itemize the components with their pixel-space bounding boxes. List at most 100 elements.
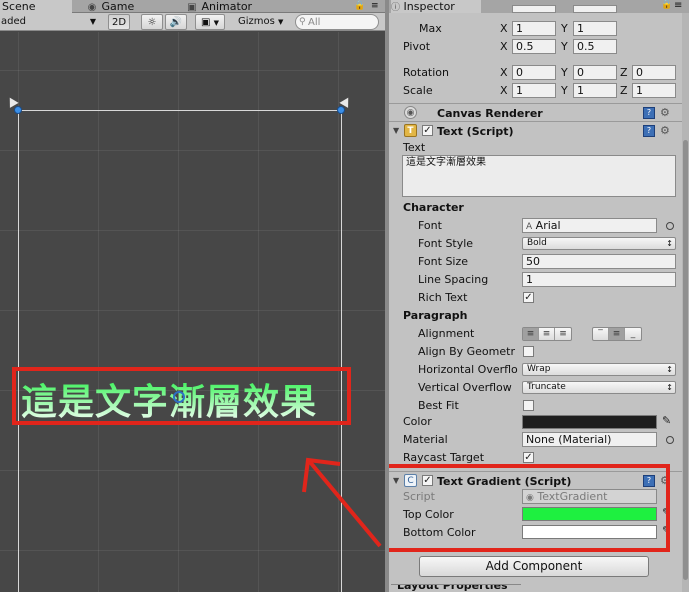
vertical-overflow-dropdown[interactable]: Truncate xyxy=(522,381,676,394)
scene-search-input[interactable]: ⚲ All xyxy=(295,14,379,30)
material-object-field[interactable]: None (Material) xyxy=(522,432,657,447)
2d-toggle-button[interactable]: 2D xyxy=(108,14,130,30)
rect-handle-top-right[interactable] xyxy=(337,106,345,114)
tab-scene[interactable]: Scene xyxy=(0,0,72,13)
alignment-label: Alignment xyxy=(418,327,475,340)
align-middle-icon[interactable]: ≡ xyxy=(609,328,625,340)
min-x-field-partial[interactable] xyxy=(512,5,556,13)
text-script-title: Text (Script) xyxy=(437,125,514,138)
image-icon[interactable]: ▣ ▼ xyxy=(195,14,225,30)
align-by-geometry-label: Align By Geometr xyxy=(418,345,515,358)
text-label: Text xyxy=(403,141,426,154)
align-by-geometry-checkbox[interactable] xyxy=(523,346,534,357)
text-script-header[interactable]: ▼ T ✓ Text (Script) ? ⚙ xyxy=(389,121,682,139)
rotation-z-field[interactable]: 0 xyxy=(632,65,676,80)
pivot-y-field[interactable]: 0.5 xyxy=(573,39,617,54)
font-size-label: Font Size xyxy=(418,255,469,268)
foldout-arrow-icon[interactable]: ▼ xyxy=(393,126,399,135)
rich-text-checkbox[interactable]: ✓ xyxy=(523,292,534,303)
eyedropper-icon[interactable]: ✎ xyxy=(662,414,671,427)
rich-text-label: Rich Text xyxy=(418,291,468,304)
max-y-field[interactable]: 1 xyxy=(573,21,617,36)
animator-tab-label: Animator xyxy=(201,0,253,13)
line-spacing-label: Line Spacing xyxy=(418,273,489,286)
align-bottom-icon[interactable]: _ xyxy=(625,328,641,340)
color-label: Color xyxy=(403,415,432,428)
scale-z-axis-label: Z xyxy=(620,84,628,97)
object-picker-icon[interactable] xyxy=(666,436,674,444)
font-value: Arial xyxy=(535,219,561,232)
rotation-y-field[interactable]: 0 xyxy=(573,65,617,80)
inspector-menu-icon[interactable]: ≡ xyxy=(674,0,682,11)
text-script-enabled-checkbox[interactable]: ✓ xyxy=(422,125,433,136)
scale-x-field[interactable]: 1 xyxy=(512,83,556,98)
tab-inspector[interactable]: ⓘ Inspector xyxy=(391,0,481,13)
text-value-textarea[interactable]: 這是文字漸層效果 xyxy=(402,155,676,197)
vertical-alignment-group[interactable]: ‾ ≡ _ xyxy=(592,327,642,341)
tab-game[interactable]: ◉ Game xyxy=(84,0,164,13)
shading-mode-label: aded xyxy=(1,16,26,27)
gizmos-arrow-icon: ▼ xyxy=(278,18,284,26)
vertical-overflow-label: Vertical Overflow xyxy=(418,381,512,394)
layout-properties-tab[interactable]: Layout Properties xyxy=(391,584,521,592)
max-x-field[interactable]: 1 xyxy=(512,21,556,36)
align-left-icon[interactable]: ≡ xyxy=(523,328,539,340)
shading-mode-dropdown[interactable]: aded ▼ xyxy=(0,14,98,30)
min-y-field-partial[interactable] xyxy=(573,5,617,13)
object-picker-icon[interactable] xyxy=(666,222,674,230)
align-center-icon[interactable]: ≡ xyxy=(539,328,555,340)
help-book-icon[interactable]: ? xyxy=(643,107,655,119)
scale-x-axis-label: X xyxy=(500,84,508,97)
gizmos-label: Gizmos xyxy=(238,16,275,27)
max-label: Max xyxy=(419,22,442,35)
inspector-scrollbar-thumb[interactable] xyxy=(683,140,688,580)
info-icon: ⓘ xyxy=(391,3,401,13)
rotation-x-axis-label: X xyxy=(500,66,508,79)
align-top-icon[interactable]: ‾ xyxy=(593,328,609,340)
text-component-icon: T xyxy=(404,124,417,137)
gear-icon[interactable]: ⚙ xyxy=(660,106,670,119)
raycast-target-label: Raycast Target xyxy=(403,451,485,464)
gear-icon[interactable]: ⚙ xyxy=(660,124,670,137)
paragraph-section-header: Paragraph xyxy=(403,309,468,322)
rect-handle-top-left[interactable] xyxy=(14,106,22,114)
material-label: Material xyxy=(403,433,448,446)
scene-view-panel[interactable]: Scene ◉ Game ▣ Animator 🔒 ≡ aded ▼ 2D ☼ … xyxy=(0,0,385,592)
canvas-renderer-icon: ◉ xyxy=(404,106,417,119)
scale-z-field[interactable]: 1 xyxy=(632,83,676,98)
line-spacing-field[interactable]: 1 xyxy=(522,272,676,287)
speaker-icon[interactable]: 🔊 xyxy=(165,14,187,30)
rotation-label: Rotation xyxy=(403,66,450,79)
best-fit-checkbox[interactable] xyxy=(523,400,534,411)
canvas-renderer-header[interactable]: ◉ Canvas Renderer ? ⚙ xyxy=(389,103,682,121)
rotation-x-field[interactable]: 0 xyxy=(512,65,556,80)
canvas-rect-left-edge xyxy=(18,110,19,592)
horizontal-overflow-dropdown[interactable]: Wrap xyxy=(522,363,676,376)
menu-icon[interactable]: ≡ xyxy=(369,0,383,13)
gizmos-dropdown[interactable]: Gizmos ▼ xyxy=(238,14,288,30)
raycast-target-checkbox[interactable]: ✓ xyxy=(523,452,534,463)
layout-properties-label: Layout Properties xyxy=(397,584,508,592)
text-color-swatch[interactable] xyxy=(522,415,657,429)
scale-y-field[interactable]: 1 xyxy=(573,83,617,98)
add-component-button[interactable]: Add Component xyxy=(419,556,649,577)
pivot-label: Pivot xyxy=(403,40,431,53)
help-book-icon[interactable]: ? xyxy=(643,125,655,137)
canvas-renderer-title: Canvas Renderer xyxy=(437,107,543,120)
font-style-dropdown[interactable]: Bold xyxy=(522,237,676,250)
font-object-field[interactable]: A Arial xyxy=(522,218,657,233)
font-size-field[interactable]: 50 xyxy=(522,254,676,269)
canvas-rect-top-edge xyxy=(18,110,342,111)
lock-icon[interactable]: 🔒 xyxy=(352,0,366,13)
scene-toolbar: aded ▼ 2D ☼ 🔊 ▣ ▼ Gizmos ▼ ⚲ All xyxy=(0,13,385,31)
scene-tab-bar: Scene ◉ Game ▣ Animator 🔒 ≡ xyxy=(0,0,385,13)
horizontal-alignment-group[interactable]: ≡ ≡ ≡ xyxy=(522,327,572,341)
inspector-panel: ⓘ Inspector 🔒 ≡ Max X 1 Y 1 Pivot X 0.5 … xyxy=(389,0,689,592)
sun-icon[interactable]: ☼ xyxy=(141,14,163,30)
scale-label: Scale xyxy=(403,84,433,97)
tab-animator[interactable]: ▣ Animator xyxy=(184,0,274,13)
inspector-tab-label: Inspector xyxy=(403,0,455,13)
pivot-x-field[interactable]: 0.5 xyxy=(512,39,556,54)
align-right-icon[interactable]: ≡ xyxy=(555,328,571,340)
inspector-lock-icon[interactable]: 🔒 xyxy=(661,0,672,10)
